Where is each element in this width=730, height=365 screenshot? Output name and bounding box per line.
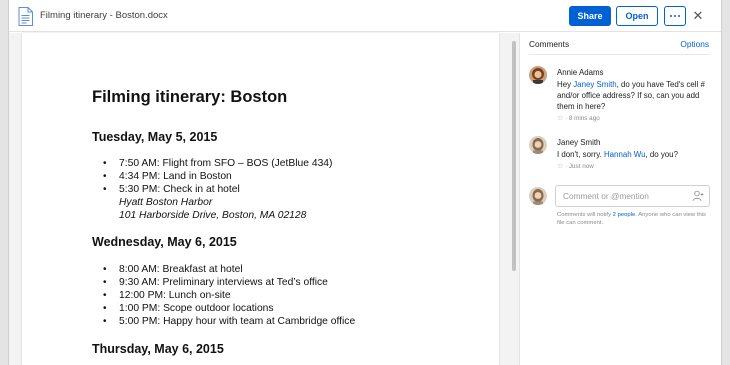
avatar-annie-icon <box>529 66 547 84</box>
options-link[interactable]: Options <box>680 39 709 49</box>
divider <box>529 54 710 55</box>
list-item: 4:34 PM: Land in Boston <box>100 170 332 183</box>
star-icon[interactable]: ☆ <box>557 163 563 170</box>
hotel-address: 101 Harborside Drive, Boston, MA 02128 <box>119 210 307 221</box>
document-file-icon <box>18 7 33 26</box>
header-bar: Filming itinerary - Boston.docx Share Op… <box>9 0 721 32</box>
document-title: Filming itinerary: Boston <box>92 88 288 106</box>
star-icon[interactable]: ☆ <box>557 115 563 122</box>
comment-author: Annie Adams <box>557 68 604 77</box>
comment-author: Janey Smith <box>557 138 601 147</box>
comment-text: Hey Janey Smith, do you have Ted's cell … <box>557 80 705 111</box>
comment-meta: ☆ · 8 mins ago <box>557 115 600 122</box>
mention-link[interactable]: Janey Smith <box>573 80 616 89</box>
more-options-button[interactable] <box>664 6 686 26</box>
comments-panel: Comments Options Annie Adams Hey Janey S… <box>519 33 721 365</box>
list-item: 5:30 PM: Check in at hotel Hyatt Boston … <box>100 183 332 222</box>
file-title: Filming itinerary - Boston.docx <box>40 10 168 21</box>
day-heading: Tuesday, May 5, 2015 <box>92 130 218 144</box>
avatar-janey-icon <box>529 136 547 154</box>
comment-meta: ☆ · Just now <box>557 163 594 170</box>
day-heading: Wednesday, May 6, 2015 <box>92 235 237 249</box>
list-item: 1:00 PM: Scope outdoor locations <box>100 302 355 315</box>
avatar <box>529 136 547 154</box>
add-mention-icon[interactable] <box>692 190 704 202</box>
mention-link[interactable]: Hannah Wu <box>604 150 646 159</box>
list-item: 8:00 AM: Breakfast at hotel <box>100 263 355 276</box>
day-itinerary-list: 8:00 AM: Breakfast at hotel 9:30 AM: Pre… <box>100 263 355 328</box>
close-icon: ✕ <box>692 8 704 23</box>
comment-input[interactable] <box>563 189 683 203</box>
close-button[interactable]: ✕ <box>689 7 707 25</box>
comment-input-box[interactable] <box>555 185 710 207</box>
more-options-icon <box>669 7 681 24</box>
open-button[interactable]: Open <box>616 6 658 26</box>
day-heading: Thursday, May 6, 2015 <box>92 342 224 356</box>
hotel-name: Hyatt Boston Harbor <box>119 197 213 208</box>
list-item: 5:00 PM: Happy hour with team at Cambrid… <box>100 315 355 328</box>
day-itinerary-list: 7:50 AM: Flight from SFO – BOS (JetBlue … <box>100 157 332 222</box>
comment-text: I don't, sorry. Hannah Wu, do you? <box>557 150 678 159</box>
avatar <box>529 66 547 84</box>
notify-hint: Comments will notify 2 people. Anyone wh… <box>557 212 706 226</box>
comments-panel-title: Comments <box>529 39 570 49</box>
list-item: 12:00 PM: Lunch on-site <box>100 289 355 302</box>
list-item: 9:30 AM: Preliminary interviews at Ted’s… <box>100 276 355 289</box>
avatar <box>529 187 547 205</box>
notify-people-link[interactable]: 2 people <box>613 212 636 218</box>
document-scrollbar[interactable] <box>512 41 516 271</box>
share-button[interactable]: Share <box>569 6 611 26</box>
preview-window: Filming itinerary - Boston.docx Share Op… <box>8 0 722 365</box>
avatar-current-user-icon <box>529 187 547 205</box>
list-item: 7:50 AM: Flight from SFO – BOS (JetBlue … <box>100 157 332 170</box>
